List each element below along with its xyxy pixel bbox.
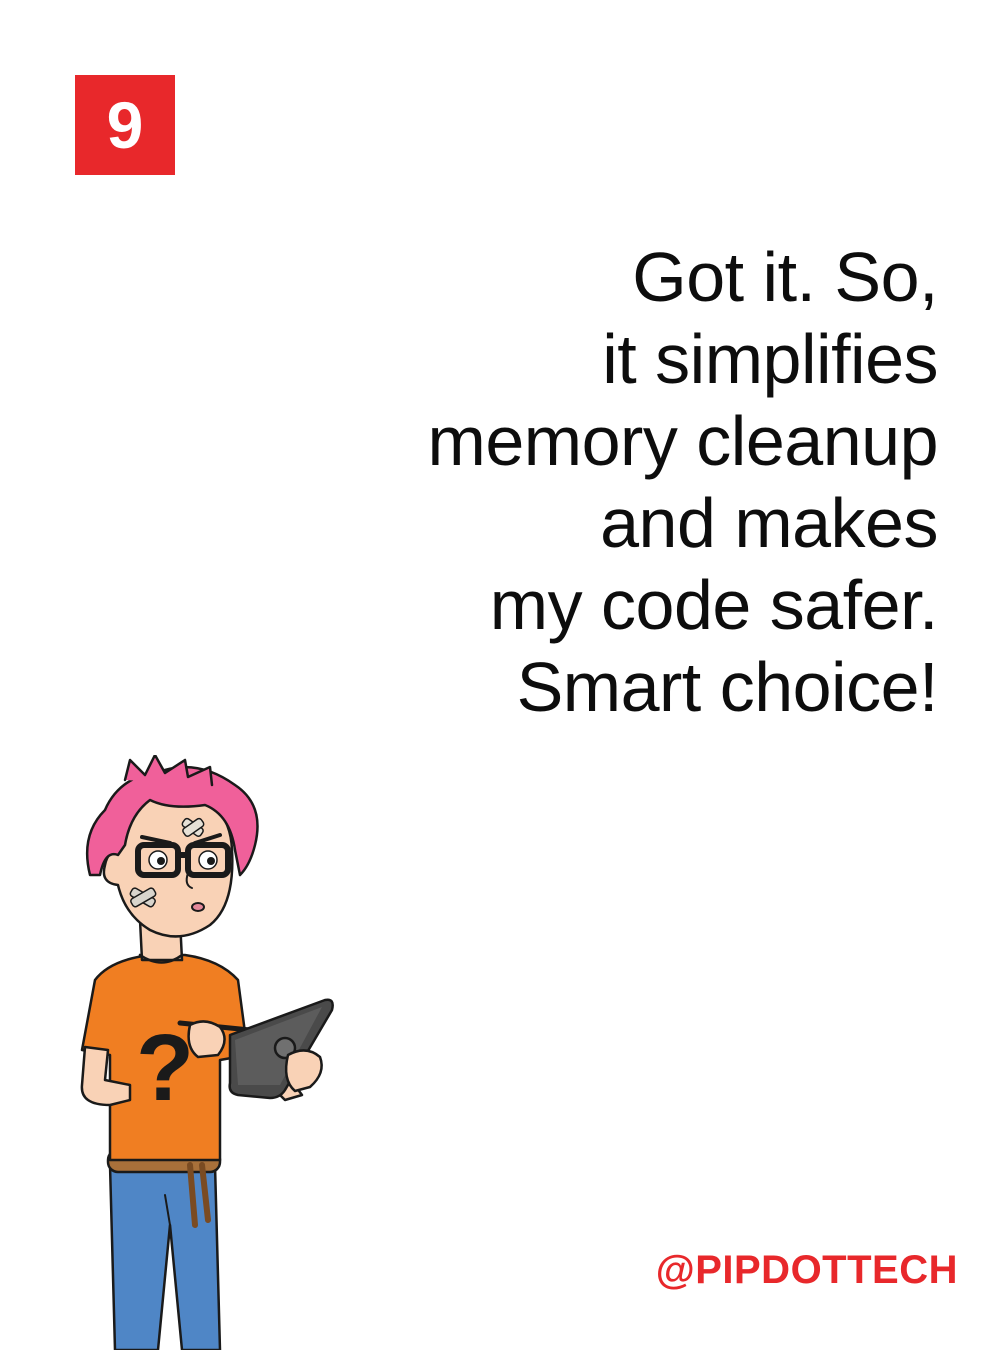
dialog-text: Got it. So, it simplifies memory cleanup…	[238, 236, 939, 728]
mouth	[191, 902, 205, 912]
dialog-line: Smart choice!	[516, 648, 939, 726]
character-illustration: ?	[80, 755, 334, 1350]
page-number-badge: 9	[75, 75, 175, 175]
tablet-device	[228, 998, 334, 1100]
left-hand	[187, 1020, 226, 1059]
right-hand	[284, 1049, 323, 1093]
dialog-line: Got it. So,	[632, 238, 938, 316]
dialog-line: it simplifies	[602, 320, 938, 398]
dialog-line: and makes	[600, 484, 938, 562]
slide: 9 Got it. So, it simplifies memory clean…	[0, 0, 1000, 1350]
question-mark-print: ?	[136, 1015, 194, 1121]
dialog-line: memory cleanup	[427, 402, 939, 480]
social-handle: @PIPDOTTECH	[655, 1248, 958, 1292]
dialog-line: my code safer.	[489, 566, 939, 644]
page-number: 9	[106, 88, 144, 162]
